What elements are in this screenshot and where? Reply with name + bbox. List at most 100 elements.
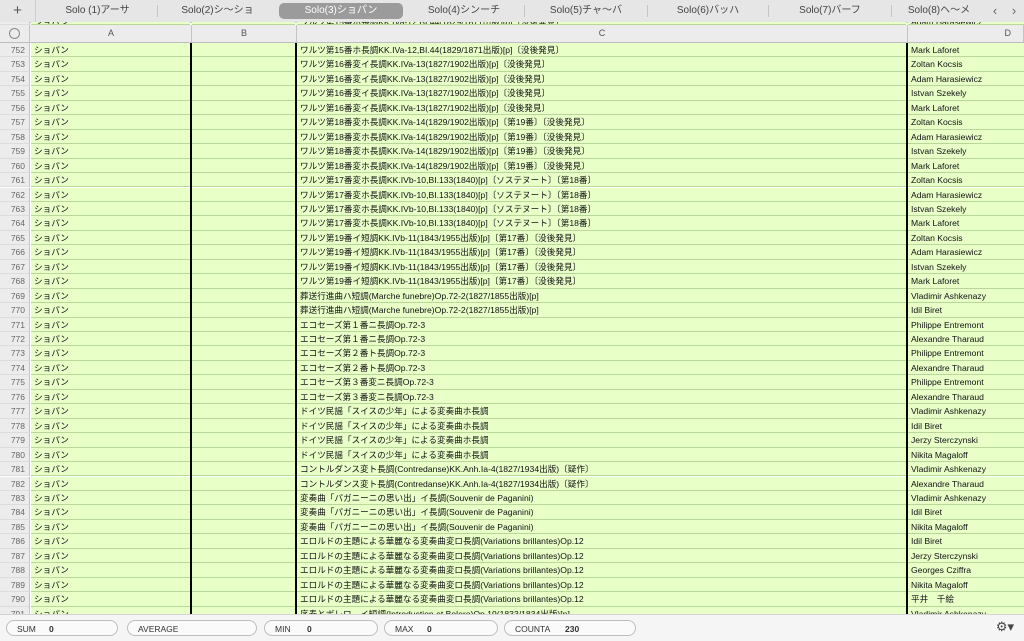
cell-d[interactable]: Alexandre Tharaud bbox=[908, 389, 1024, 405]
cell-b[interactable] bbox=[192, 360, 295, 376]
cell-c[interactable]: ワルツ第19番イ短調KK.IVb-11(1843/1955出版)[p]〔第17番… bbox=[297, 259, 906, 275]
cell-a[interactable]: ショパン bbox=[31, 606, 190, 614]
cell-c[interactable]: コントルダンス変ト長調(Contredanse)KK.Anh.Ia-4(1827… bbox=[297, 462, 906, 477]
cell-c[interactable]: ワルツ第17番変ホ長調KK.IVb-10,BI.133(1840)[p]〔ソステ… bbox=[297, 173, 906, 188]
cell-c[interactable]: 葬送行進曲ハ短調(Marche funebre)Op.72-2(1827/185… bbox=[297, 288, 906, 304]
cell-b[interactable] bbox=[192, 274, 295, 289]
cell-a[interactable]: ショパン bbox=[31, 303, 190, 318]
cell-a[interactable]: ショパン bbox=[31, 418, 190, 434]
cell-c[interactable]: ワルツ第18番変ホ長調KK.IVa-14(1829/1902出版)[p]〔第19… bbox=[297, 115, 906, 130]
cell-b[interactable] bbox=[192, 418, 295, 434]
cell-d[interactable]: 平井 千絵 bbox=[908, 592, 1024, 607]
cell-b[interactable] bbox=[192, 245, 295, 260]
cell-a[interactable]: ショパン bbox=[31, 201, 190, 217]
cell-c[interactable]: ワルツ第17番変ホ長調KK.IVb-10,BI.133(1840)[p]〔ソステ… bbox=[297, 216, 906, 231]
cell-d[interactable]: Mark Laforet bbox=[908, 216, 1024, 231]
cell-d[interactable]: Mark Laforet bbox=[908, 43, 1024, 58]
cell-c[interactable]: 序奏とボレロ イ短調(Introduction et Bolero)Op.19(… bbox=[297, 606, 906, 614]
cell-c[interactable]: ワルツ第18番変ホ長調KK.IVa-14(1829/1902出版)[p]〔第19… bbox=[297, 144, 906, 159]
cell-a[interactable]: ショパン bbox=[31, 57, 190, 72]
cell-c[interactable]: ワルツ第16番変イ長調KK.IVa-13(1827/1902出版)[p]〔没後発… bbox=[297, 86, 906, 101]
sheet-tab-5[interactable]: Solo(5)チャ〜バ bbox=[527, 3, 645, 19]
stat-counta[interactable]: COUNTA 230 bbox=[504, 620, 636, 636]
cell-c[interactable]: ワルツ第16番変イ長調KK.IVa-13(1827/1902出版)[p]〔没後発… bbox=[297, 57, 906, 72]
cell-a[interactable]: ショパン bbox=[31, 433, 190, 448]
cell-b[interactable] bbox=[192, 563, 295, 578]
cell-c[interactable]: 葬送行進曲ハ短調(Marche funebre)Op.72-2(1827/185… bbox=[297, 303, 906, 318]
cell-d[interactable]: Istvan Szekely bbox=[908, 201, 1024, 217]
cell-a[interactable]: ショパン bbox=[31, 462, 190, 477]
cell-c[interactable]: ドイツ民謡「スイスの少年」による変奏曲ホ長調 bbox=[297, 418, 906, 434]
cell-c[interactable]: コントルダンス変ト長調(Contredanse)KK.Anh.Ia-4(1827… bbox=[297, 476, 906, 491]
cell-c[interactable]: 変奏曲「パガニーニの思い出」イ長調(Souvenir de Paganini) bbox=[297, 519, 906, 535]
stat-sum[interactable]: SUM 0 bbox=[6, 620, 118, 636]
cell-b[interactable] bbox=[192, 476, 295, 491]
cell-c[interactable]: エロルドの主題による華麗なる変奏曲変ロ長調(Variations brillan… bbox=[297, 592, 906, 607]
cell-b[interactable] bbox=[192, 230, 295, 246]
cell-a[interactable]: ショパン bbox=[31, 71, 190, 87]
cell-a[interactable]: ショパン bbox=[31, 216, 190, 231]
cell-b[interactable] bbox=[192, 158, 295, 174]
cell-d[interactable]: Mark Laforet bbox=[908, 274, 1024, 289]
cell-a[interactable]: ショパン bbox=[31, 158, 190, 174]
cell-b[interactable] bbox=[192, 534, 295, 549]
cell-d[interactable]: Mark Laforet bbox=[908, 158, 1024, 174]
cell-b[interactable] bbox=[192, 462, 295, 477]
cell-d[interactable]: Alexandre Tharaud bbox=[908, 360, 1024, 376]
cell-a[interactable]: ショパン bbox=[31, 173, 190, 188]
cell-b[interactable] bbox=[192, 144, 295, 159]
cell-b[interactable] bbox=[192, 389, 295, 405]
cell-b[interactable] bbox=[192, 187, 295, 202]
cell-c[interactable]: 変奏曲「パガニーニの思い出」イ長調(Souvenir de Paganini) bbox=[297, 505, 906, 520]
cell-c[interactable]: ワルツ第19番イ短調KK.IVb-11(1843/1955出版)[p]〔第17番… bbox=[297, 274, 906, 289]
cell-d[interactable]: Zoltan Kocsis bbox=[908, 57, 1024, 72]
cell-b[interactable] bbox=[192, 115, 295, 130]
cell-c[interactable]: エコセーズ第１番ニ長調Op.72-3 bbox=[297, 332, 906, 347]
stat-average[interactable]: AVERAGE bbox=[127, 620, 257, 636]
cell-b[interactable] bbox=[192, 519, 295, 535]
sheet-tab-3-active[interactable]: Solo(3)ショパン bbox=[279, 3, 403, 19]
cell-a[interactable]: ショパン bbox=[31, 43, 190, 58]
cell-d[interactable]: Idil Biret bbox=[908, 534, 1024, 549]
cell-b[interactable] bbox=[192, 173, 295, 188]
cell-b[interactable] bbox=[192, 505, 295, 520]
cell-b[interactable] bbox=[192, 404, 295, 419]
cell-d[interactable]: Adam Harasiewicz bbox=[908, 245, 1024, 260]
cell-c[interactable]: エロルドの主題による華麗なる変奏曲変ロ長調(Variations brillan… bbox=[297, 577, 906, 593]
cell-a[interactable]: ショパン bbox=[31, 476, 190, 491]
sheet-tab-4[interactable]: Solo(4)シンーチ bbox=[406, 3, 522, 19]
cell-d[interactable]: Philippe Entremont bbox=[908, 317, 1024, 332]
cell-d[interactable]: Vladimir Ashkenazy bbox=[908, 404, 1024, 419]
cell-a[interactable]: ショパン bbox=[31, 548, 190, 564]
cell-c[interactable]: エロルドの主題による華麗なる変奏曲変ロ長調(Variations brillan… bbox=[297, 534, 906, 549]
cell-c[interactable]: エコセーズ第２番ト長調Op.72-3 bbox=[297, 346, 906, 361]
cell-b[interactable] bbox=[192, 317, 295, 332]
cell-b[interactable] bbox=[192, 433, 295, 448]
cell-a[interactable]: ショパン bbox=[31, 592, 190, 607]
gear-icon[interactable]: ⚙▾ bbox=[996, 619, 1014, 635]
cell-b[interactable] bbox=[192, 346, 295, 361]
sheet-tab-7[interactable]: Solo(7)バーフ bbox=[771, 3, 889, 19]
cell-d[interactable]: Jerzy Sterczynski bbox=[908, 433, 1024, 448]
cell-c[interactable]: ワルツ第18番変ホ長調KK.IVa-14(1829/1902出版)[p]〔第19… bbox=[297, 158, 906, 174]
column-header-b[interactable]: B bbox=[192, 25, 297, 42]
cell-a[interactable]: ショパン bbox=[31, 534, 190, 549]
cell-c[interactable]: ドイツ民謡「スイスの少年」による変奏曲ホ長調 bbox=[297, 404, 906, 419]
cell-c[interactable]: エコセーズ第１番ニ長調Op.72-3 bbox=[297, 317, 906, 332]
cell-b[interactable] bbox=[192, 490, 295, 506]
cell-c[interactable]: ワルツ第17番変ホ長調KK.IVb-10,BI.133(1840)[p]〔ソステ… bbox=[297, 201, 906, 217]
cell-a[interactable]: ショパン bbox=[31, 144, 190, 159]
column-header-d[interactable]: D bbox=[908, 25, 1024, 42]
cell-b[interactable] bbox=[192, 303, 295, 318]
cell-b[interactable] bbox=[192, 375, 295, 390]
sheet-tab-1[interactable]: Solo (1)アーサ bbox=[40, 3, 155, 19]
cell-d[interactable]: Adam Harasiewicz bbox=[908, 71, 1024, 87]
cell-a[interactable]: ショパン bbox=[31, 563, 190, 578]
cell-a[interactable]: ショパン bbox=[31, 115, 190, 130]
cell-b[interactable] bbox=[192, 606, 295, 614]
cell-c[interactable]: ワルツ第19番イ短調KK.IVb-11(1843/1955出版)[p]〔第17番… bbox=[297, 245, 906, 260]
cell-c[interactable]: エコセーズ第２番ト長調Op.72-3 bbox=[297, 360, 906, 376]
cell-a[interactable]: ショパン bbox=[31, 230, 190, 246]
select-all-button[interactable] bbox=[0, 25, 30, 42]
cell-a[interactable]: ショパン bbox=[31, 447, 190, 463]
